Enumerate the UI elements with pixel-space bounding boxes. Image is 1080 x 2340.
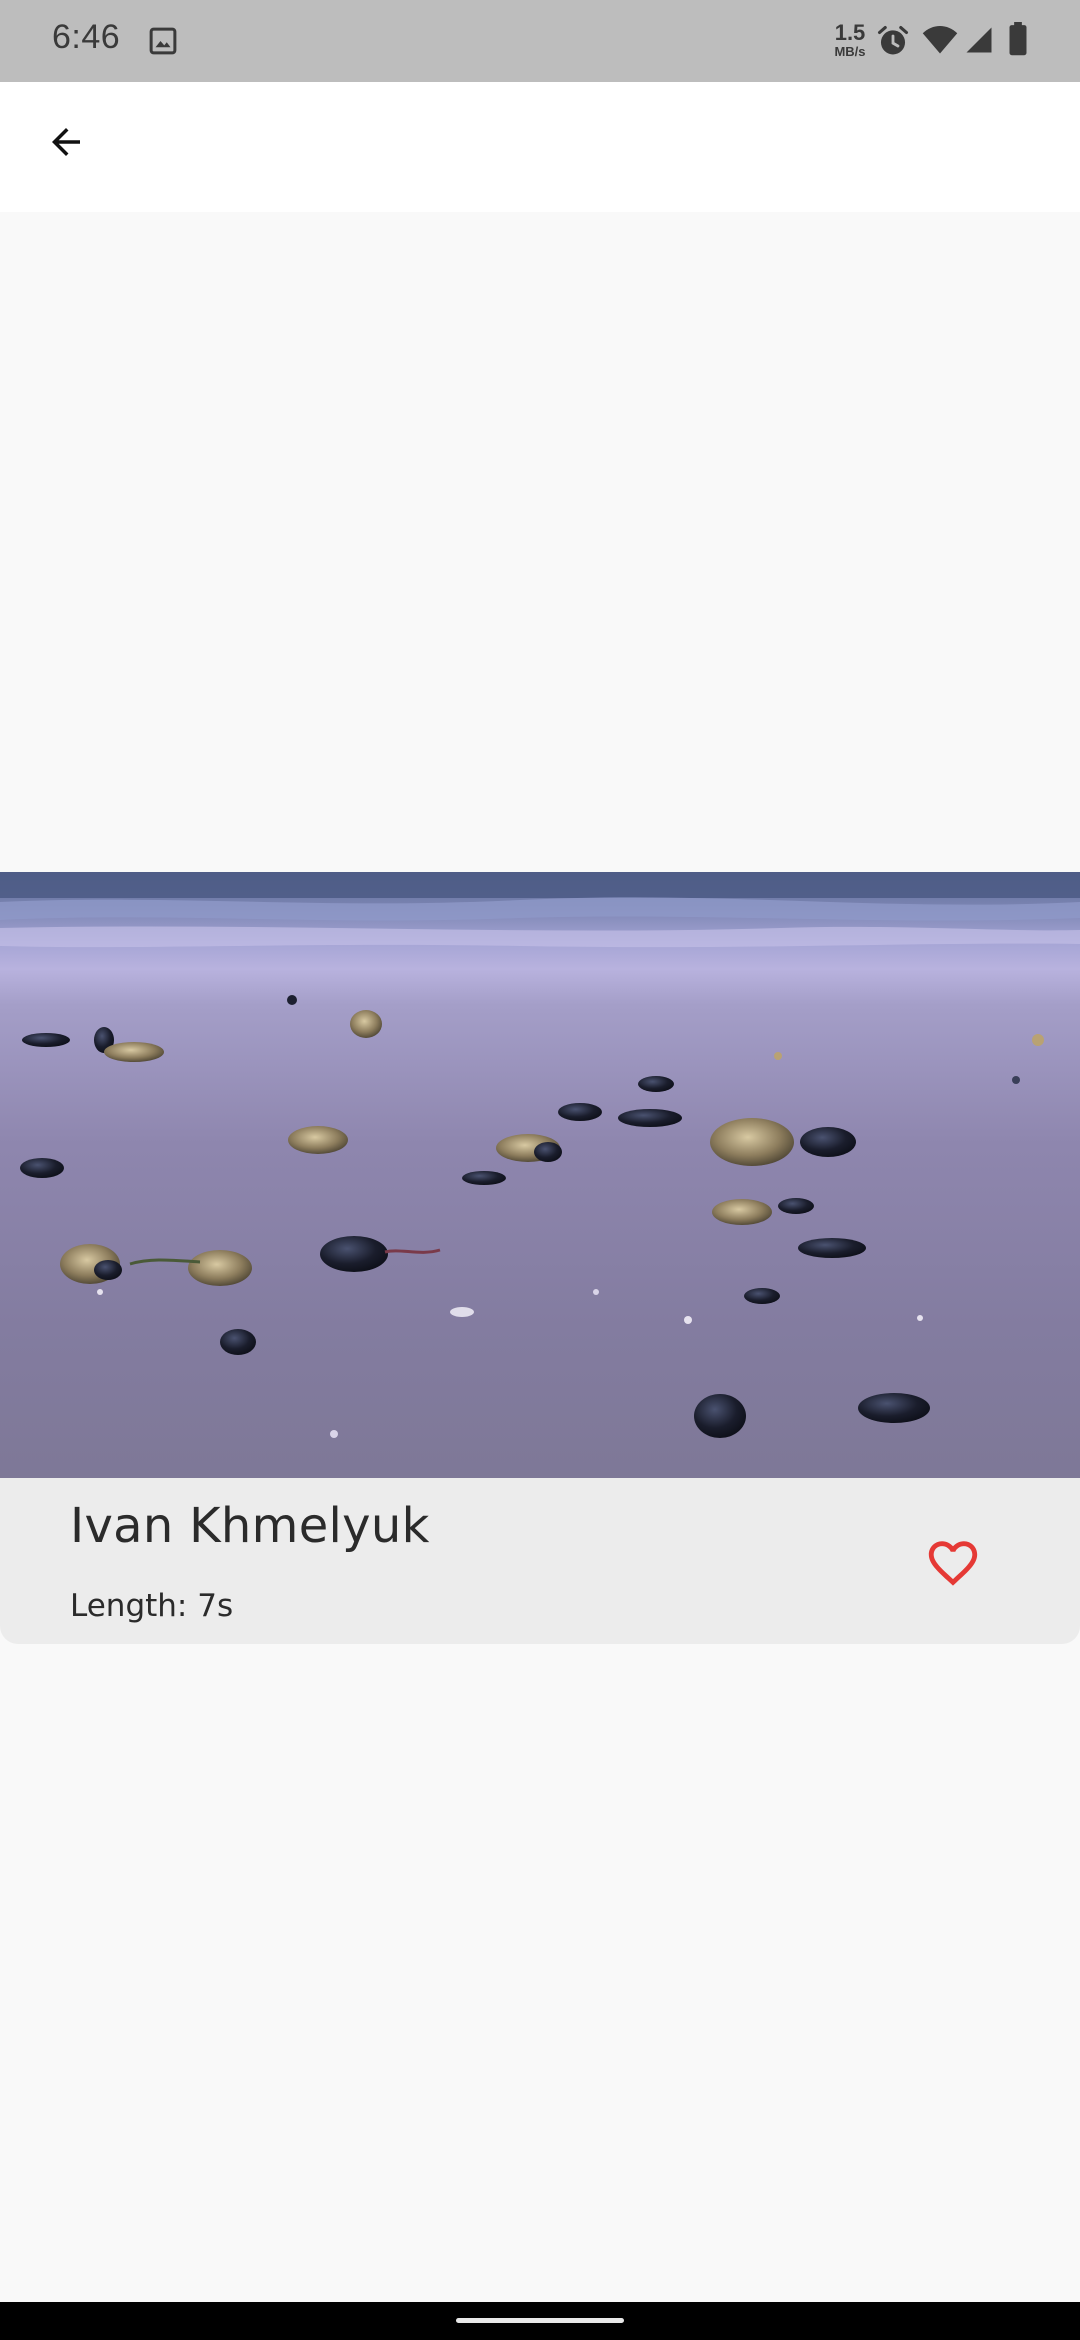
home-gesture-handle[interactable]: [456, 2318, 624, 2323]
arrow-back-icon: [52, 128, 80, 156]
author-name: Ivan Khmelyuk: [70, 1498, 430, 1554]
wifi-icon: [922, 25, 958, 54]
battery-icon: [1009, 22, 1027, 56]
photo-info-card[interactable]: Ivan Khmelyuk Length: 7s: [0, 1478, 1080, 1644]
back-button[interactable]: [24, 100, 108, 184]
heart-outline-icon: [928, 1541, 978, 1586]
network-speed-value: 1.5: [834, 20, 866, 45]
video-length: Length: 7s: [70, 1588, 234, 1624]
beach-mussel-shells-image: [0, 872, 1080, 1478]
app-bar: [0, 82, 1080, 212]
system-nav-bar: [0, 2302, 1080, 2340]
gallery-icon: [149, 27, 177, 55]
status-bar: 6:46 1.5 MB/s: [0, 0, 1080, 82]
network-speed-unit: MB/s: [834, 44, 866, 59]
favorite-button[interactable]: [918, 1528, 988, 1598]
status-time: 6:46: [52, 18, 121, 56]
signal-icon: [966, 27, 992, 53]
network-speed: 1.5 MB/s: [830, 20, 870, 59]
alarm-icon: [877, 25, 909, 55]
photo-canvas: [0, 872, 1080, 1478]
